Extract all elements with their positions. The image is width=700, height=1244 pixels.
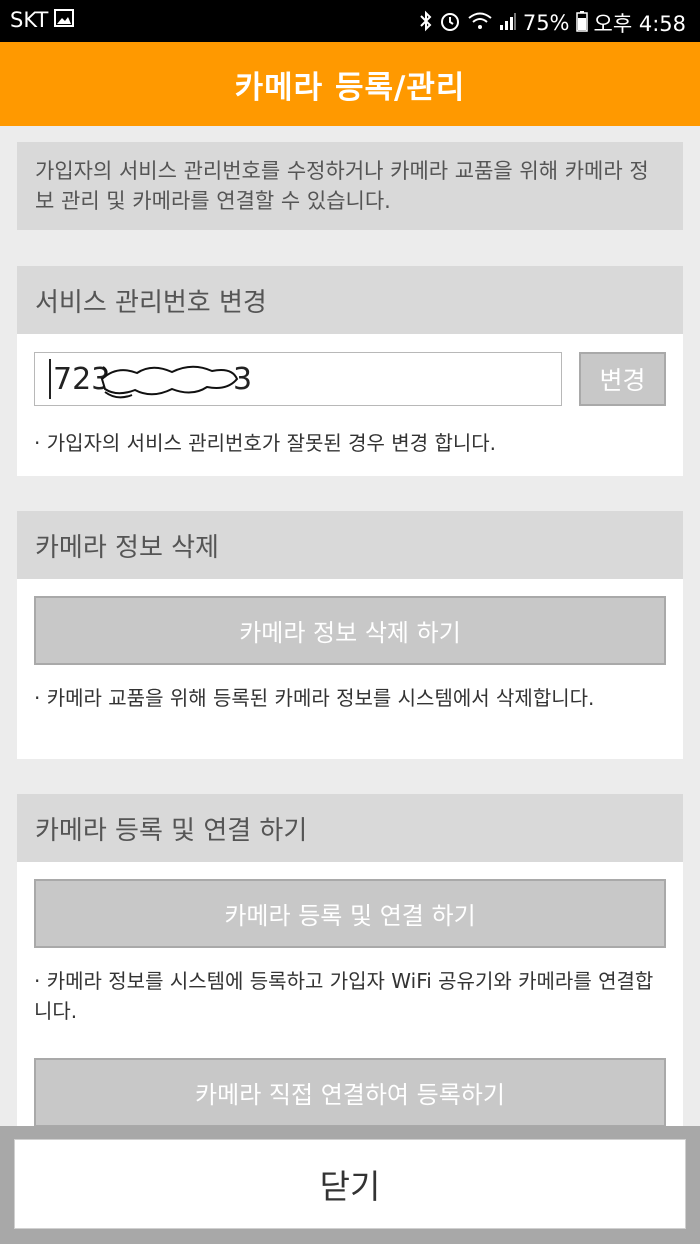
service-number-section-header: 서비스 관리번호 변경 xyxy=(17,266,683,334)
delete-camera-button[interactable]: 카메라 정보 삭제 하기 xyxy=(34,596,666,665)
status-right: 75% 오후 4:58 xyxy=(419,8,686,38)
wifi-icon xyxy=(467,11,493,36)
register-camera-section-header: 카메라 등록 및 연결 하기 xyxy=(17,794,683,862)
text-caret xyxy=(49,359,51,399)
content-area[interactable]: 가입자의 서비스 관리번호를 수정하거나 카메라 교품을 위해 카메라 정보 관… xyxy=(0,126,700,1126)
battery-percent: 75% xyxy=(522,11,570,35)
alarm-icon xyxy=(439,10,461,37)
status-bar: SKT 75% 오후 4:58 xyxy=(0,0,700,42)
signal-icon xyxy=(499,11,517,36)
service-number-section-body: 723 3 변경 · 가입자의 서비스 관리번호가 잘못된 경우 변경 합니다. xyxy=(17,334,683,476)
register-camera-section-title: 카메라 등록 및 연결 하기 xyxy=(35,815,308,846)
register-camera-button[interactable]: 카메라 등록 및 연결 하기 xyxy=(34,879,666,948)
intro-description: 가입자의 서비스 관리번호를 수정하거나 카메라 교품을 위해 카메라 정보 관… xyxy=(17,142,683,230)
delete-camera-section-body: 카메라 정보 삭제 하기 · 카메라 교품을 위해 등록된 카메라 정보를 시스… xyxy=(17,579,683,759)
register-camera-section-body: 카메라 등록 및 연결 하기 · 카메라 정보를 시스템에 등록하고 가입자 W… xyxy=(17,862,683,1126)
register-camera-note: · 카메라 정보를 시스템에 등록하고 가입자 WiFi 공유기와 카메라를 연… xyxy=(34,969,654,1023)
carrier-label: SKT xyxy=(10,8,49,32)
service-number-note: · 가입자의 서비스 관리번호가 잘못된 경우 변경 합니다. xyxy=(34,431,497,455)
page-title: 카메라 등록/관리 xyxy=(234,69,466,106)
delete-camera-note: · 카메라 교품을 위해 등록된 카메라 정보를 시스템에서 삭제합니다. xyxy=(34,686,595,710)
direct-register-button[interactable]: 카메라 직접 연결하여 등록하기 xyxy=(34,1058,666,1126)
status-left: SKT xyxy=(10,8,75,32)
change-number-button[interactable]: 변경 xyxy=(579,352,666,406)
service-number-value-end: 3 xyxy=(233,361,253,397)
redaction-scribble-icon xyxy=(100,365,239,399)
battery-icon xyxy=(575,10,588,37)
title-bar: 카메라 등록/관리 xyxy=(0,42,700,126)
clock: 오후 4:58 xyxy=(593,12,686,36)
footer-bar: 닫기 xyxy=(0,1126,700,1244)
bluetooth-icon xyxy=(419,10,433,37)
close-button[interactable]: 닫기 xyxy=(14,1139,686,1229)
gallery-icon xyxy=(54,8,75,32)
service-number-input[interactable]: 723 3 xyxy=(34,352,562,406)
delete-camera-section-header: 카메라 정보 삭제 xyxy=(17,511,683,579)
service-number-section-title: 서비스 관리번호 변경 xyxy=(35,287,267,318)
delete-camera-section-title: 카메라 정보 삭제 xyxy=(35,532,219,563)
